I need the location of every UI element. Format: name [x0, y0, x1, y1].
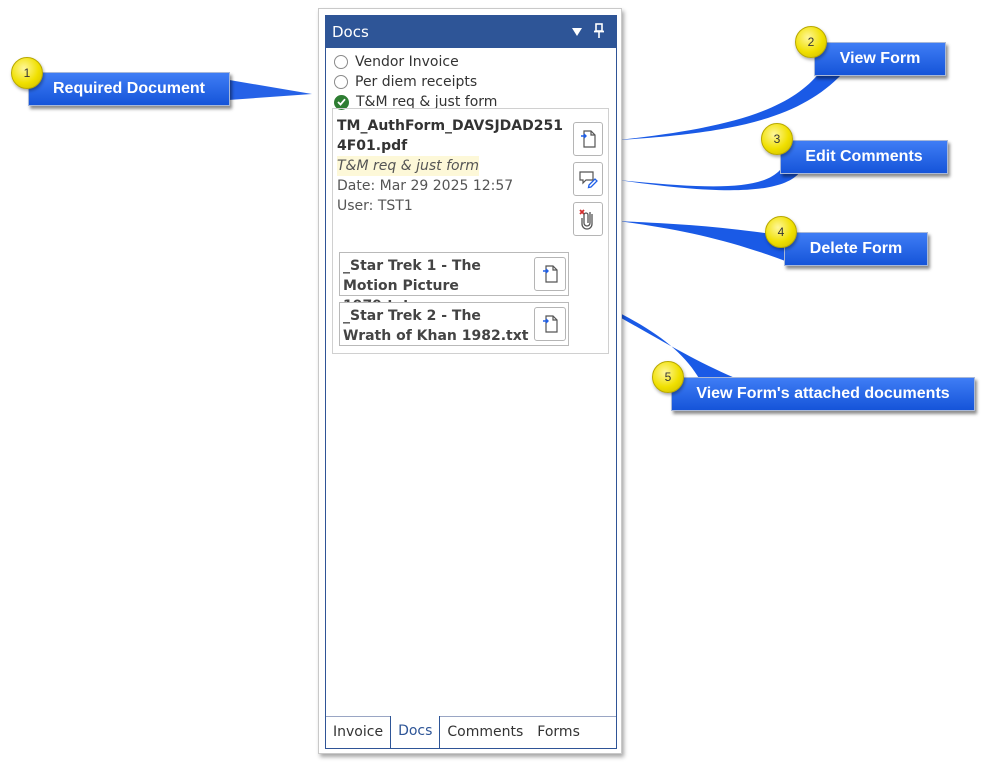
panel-title: Docs	[332, 23, 369, 41]
callout-view-form: View Form	[814, 42, 946, 76]
callout-attached-documents: View Form's attached documents	[671, 377, 975, 411]
callout-edit-comments: Edit Comments	[780, 140, 948, 174]
document-name: TM_AuthForm_DAVSJDAD2514F01.pdf	[337, 118, 563, 154]
document-info: TM_AuthForm_DAVSJDAD2514F01.pdf T&M req …	[337, 116, 571, 216]
edit-comment-icon	[579, 171, 598, 189]
callout-label: Edit Comments	[805, 148, 923, 165]
callout-delete-form: Delete Form	[784, 232, 928, 266]
attachment-item: _Star Trek 1 - The Motion Picture 1979.t…	[339, 252, 569, 314]
delete-attachment-icon	[579, 209, 593, 230]
delete-form-button[interactable]	[573, 202, 603, 236]
callout-number-badge: 1	[11, 57, 43, 89]
document-user: User: TST1	[337, 196, 571, 216]
callout-number-badge: 4	[765, 216, 797, 248]
unchecked-circle-icon	[334, 55, 348, 69]
tab-comments[interactable]: Comments	[440, 717, 530, 748]
document-type: T&M req & just form	[337, 156, 479, 176]
panel-titlebar: Docs	[326, 16, 616, 48]
callout-label: Delete Form	[809, 240, 903, 257]
docs-panel-inner: Docs Vendor Invoice Per diem receipts T&…	[325, 15, 617, 749]
view-document-icon	[543, 265, 558, 283]
user-label: User:	[337, 198, 374, 214]
tab-forms[interactable]: Forms	[530, 717, 587, 748]
document-area: TM_AuthForm_DAVSJDAD2514F01.pdf T&M req …	[332, 108, 609, 354]
callout-4-leader	[618, 221, 788, 262]
date-value: Mar 29 2025 12:57	[379, 178, 514, 194]
callout-label: View Form	[839, 50, 921, 67]
unchecked-circle-icon	[334, 75, 348, 89]
tab-docs[interactable]: Docs	[390, 716, 441, 749]
required-documents-list: Vendor Invoice Per diem receipts T&M req…	[326, 48, 616, 112]
panel-tabs: Invoice Docs Comments Forms	[326, 716, 616, 749]
view-document-icon	[581, 130, 596, 148]
date-label: Date:	[337, 178, 376, 194]
callout-number-badge: 3	[761, 123, 793, 155]
callout-3-leader	[618, 170, 800, 191]
docs-panel: Docs Vendor Invoice Per diem receipts T&…	[318, 8, 622, 754]
triangle-down-icon[interactable]	[566, 25, 588, 40]
required-doc-item[interactable]: Per diem receipts	[334, 72, 616, 92]
badge-number: 1	[23, 66, 31, 80]
pin-icon[interactable]	[588, 22, 610, 42]
required-doc-label: Per diem receipts	[355, 74, 478, 90]
callout-2-leader	[618, 72, 842, 140]
attachment-item: _Star Trek 2 - The Wrath of Khan 1982.tx…	[339, 302, 569, 346]
view-form-button[interactable]	[573, 122, 603, 156]
view-attachment-button[interactable]	[534, 307, 566, 341]
callout-label: View Form's attached documents	[696, 385, 950, 402]
stage: Docs Vendor Invoice Per diem receipts T&…	[0, 0, 987, 763]
badge-number: 5	[664, 370, 672, 384]
view-document-icon	[543, 315, 558, 333]
required-doc-label: Vendor Invoice	[355, 54, 459, 70]
view-attachment-button[interactable]	[534, 257, 566, 291]
user-value: TST1	[377, 198, 413, 214]
callout-label: Required Document	[52, 80, 205, 97]
document-date: Date: Mar 29 2025 12:57	[337, 176, 571, 196]
edit-comments-button[interactable]	[573, 162, 603, 196]
attachment-name: _Star Trek 2 - The Wrath of Khan 1982.tx…	[343, 308, 529, 344]
badge-number: 2	[807, 35, 815, 49]
callout-required-document: Required Document	[28, 72, 230, 106]
callout-number-badge: 5	[652, 361, 684, 393]
badge-number: 4	[777, 225, 785, 239]
tab-invoice[interactable]: Invoice	[326, 717, 390, 748]
callout-number-badge: 2	[795, 26, 827, 58]
required-doc-item[interactable]: Vendor Invoice	[334, 52, 616, 72]
badge-number: 3	[773, 132, 781, 146]
